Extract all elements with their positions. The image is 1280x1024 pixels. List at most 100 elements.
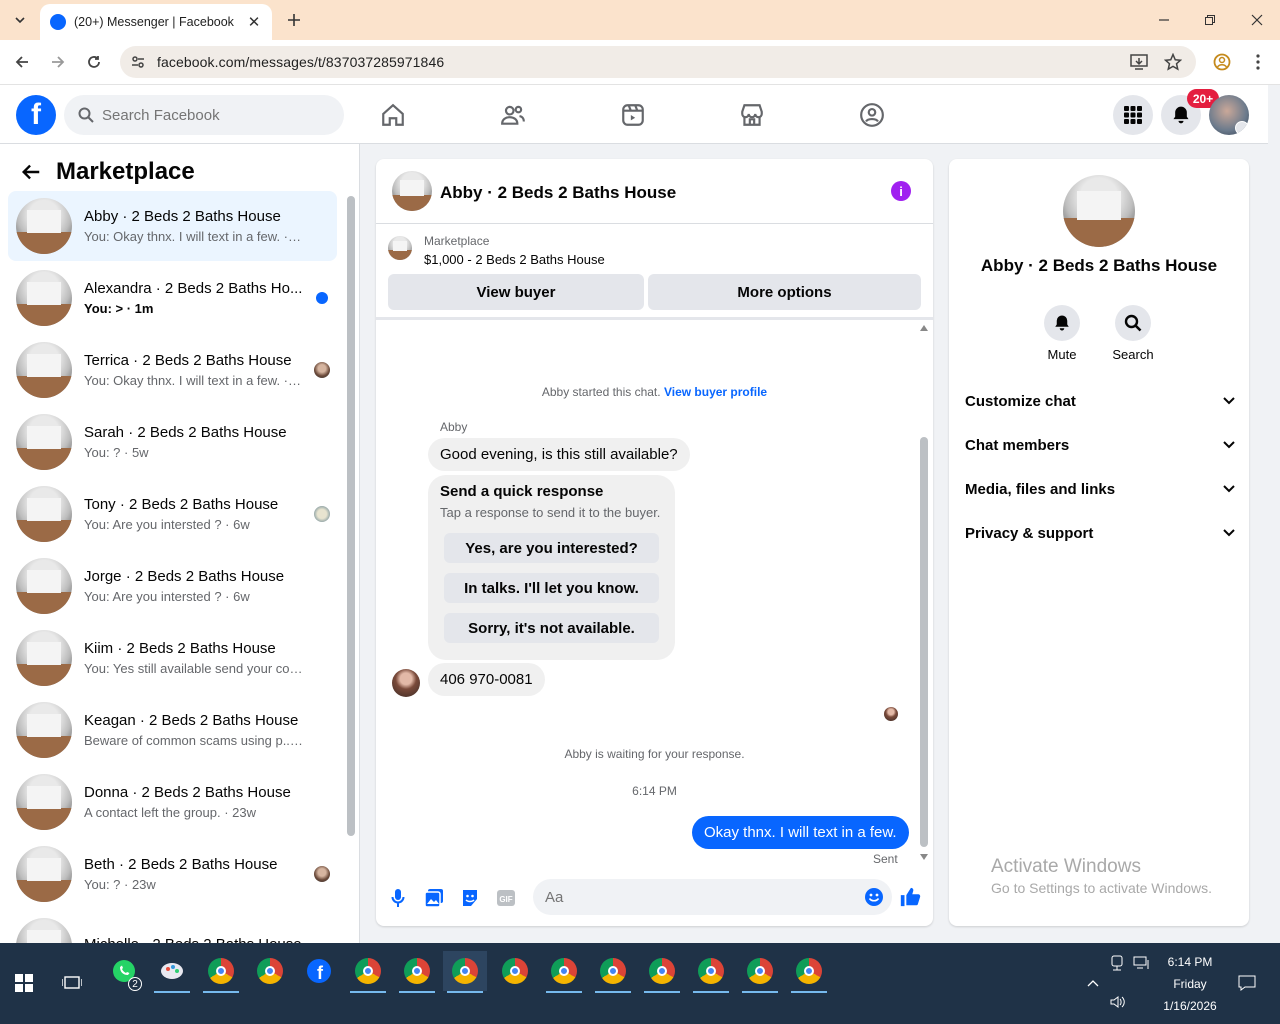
chrome-taskbar-icon[interactable] bbox=[591, 951, 635, 993]
chat-members-row[interactable]: Chat members bbox=[965, 425, 1235, 465]
marketplace-nav-icon[interactable] bbox=[727, 90, 777, 140]
back-icon[interactable] bbox=[10, 50, 34, 74]
conversation-item[interactable]: Alexandra · 2 Beds 2 Baths Ho... You: > ·… bbox=[8, 263, 337, 333]
quick-response-option[interactable]: Yes, are you interested? bbox=[444, 533, 659, 563]
conversation-item[interactable]: Keagan · 2 Beds 2 Baths House Beware of c… bbox=[8, 695, 337, 765]
conversation-item[interactable]: Abby · 2 Beds 2 Baths House You: Okay thn… bbox=[8, 191, 337, 261]
taskbar-clock[interactable]: 6:14 PM Friday 1/16/2026 bbox=[1160, 951, 1220, 1017]
facebook-taskbar-icon[interactable]: f bbox=[297, 951, 341, 991]
thread-scrollbar[interactable] bbox=[920, 437, 928, 847]
emoji-icon[interactable] bbox=[864, 887, 884, 907]
conversation-text: Sarah · 2 Beds 2 Baths House You: ? · 5w bbox=[84, 424, 304, 460]
account-avatar[interactable] bbox=[1209, 95, 1249, 135]
mute-action[interactable]: Mute bbox=[1032, 305, 1092, 362]
install-app-icon[interactable] bbox=[1130, 54, 1148, 70]
view-buyer-button[interactable]: View buyer bbox=[388, 274, 644, 310]
volume-icon[interactable] bbox=[1110, 995, 1126, 1009]
message-input[interactable] bbox=[545, 888, 845, 906]
quick-response-option[interactable]: In talks. I'll let you know. bbox=[444, 573, 659, 603]
groups-nav-icon[interactable] bbox=[847, 90, 897, 140]
site-settings-icon[interactable] bbox=[130, 54, 146, 70]
conversation-item[interactable]: Kiim · 2 Beds 2 Baths House You: Yes stil… bbox=[8, 623, 337, 693]
show-hidden-icons[interactable] bbox=[1087, 979, 1099, 987]
back-arrow-icon[interactable] bbox=[20, 161, 42, 183]
friends-nav-icon[interactable] bbox=[488, 90, 538, 140]
conversation-item[interactable]: Jorge · 2 Beds 2 Baths House You: Are you… bbox=[8, 551, 337, 621]
conversation-item[interactable]: Tony · 2 Beds 2 Baths House You: Are you … bbox=[8, 479, 337, 549]
scroll-up-arrow-icon[interactable] bbox=[920, 325, 928, 331]
close-window-icon[interactable] bbox=[1245, 8, 1269, 32]
list-scrollbar[interactable] bbox=[347, 196, 355, 836]
chrome-taskbar-icon[interactable] bbox=[787, 951, 831, 993]
home-nav-icon[interactable] bbox=[368, 90, 418, 140]
whatsapp-badge: 2 bbox=[128, 977, 142, 991]
conversation-text: Alexandra · 2 Beds 2 Baths Ho... You: > ·… bbox=[84, 280, 304, 316]
quick-response-option[interactable]: Sorry, it's not available. bbox=[444, 613, 659, 643]
gif-icon[interactable]: GIF bbox=[495, 887, 517, 909]
chat-thumbnail[interactable] bbox=[392, 171, 432, 211]
media-files-row[interactable]: Media, files and links bbox=[965, 469, 1235, 509]
conversation-item[interactable]: Terrica · 2 Beds 2 Baths House You: Okay … bbox=[8, 335, 337, 405]
menu-grid-button[interactable] bbox=[1113, 95, 1153, 135]
paint-taskbar-icon[interactable] bbox=[150, 951, 194, 993]
details-title: Abby · 2 Beds 2 Baths House bbox=[980, 256, 1218, 275]
video-nav-icon[interactable] bbox=[608, 90, 658, 140]
chrome-taskbar-icon[interactable] bbox=[689, 951, 733, 993]
microphone-icon[interactable] bbox=[387, 887, 409, 909]
new-tab-button[interactable] bbox=[282, 8, 306, 32]
omnibox[interactable]: facebook.com/messages/t/837037285971846 bbox=[120, 46, 1196, 78]
search-action[interactable]: Search bbox=[1103, 305, 1163, 362]
chrome-taskbar-icon[interactable] bbox=[443, 951, 487, 993]
chrome-taskbar-icon[interactable] bbox=[738, 951, 782, 993]
sticker-icon[interactable] bbox=[459, 887, 481, 909]
chrome-taskbar-icon[interactable] bbox=[346, 951, 390, 993]
chat-title[interactable]: Abby · 2 Beds 2 Baths House bbox=[440, 183, 676, 203]
minimize-icon[interactable] bbox=[1152, 8, 1176, 32]
chrome-taskbar-icon[interactable] bbox=[248, 951, 292, 991]
conversation-item[interactable]: Beth · 2 Beds 2 Baths House You: ? · 23w bbox=[8, 839, 337, 909]
more-options-button[interactable]: More options bbox=[648, 274, 921, 310]
incoming-message[interactable]: 406 970-0081 bbox=[428, 663, 545, 696]
chrome-taskbar-icon[interactable] bbox=[199, 951, 243, 993]
chrome-taskbar-icon[interactable] bbox=[640, 951, 684, 993]
browser-menu-icon[interactable] bbox=[1246, 50, 1270, 74]
outgoing-message[interactable]: Okay thnx. I will text in a few. bbox=[692, 816, 909, 849]
mute-label: Mute bbox=[1047, 347, 1077, 362]
profile-icon[interactable] bbox=[1210, 50, 1234, 74]
chrome-taskbar-icon[interactable] bbox=[542, 951, 586, 993]
details-thumbnail[interactable] bbox=[1063, 175, 1135, 247]
network-icon[interactable] bbox=[1133, 956, 1151, 970]
privacy-support-row[interactable]: Privacy & support bbox=[965, 513, 1235, 553]
meet-now-icon[interactable] bbox=[1110, 955, 1124, 971]
thumbs-up-icon[interactable] bbox=[899, 886, 921, 908]
buyer-avatar[interactable] bbox=[392, 669, 420, 697]
info-icon[interactable]: i bbox=[891, 181, 911, 201]
conversation-item[interactable]: Donna · 2 Beds 2 Baths House A contact le… bbox=[8, 767, 337, 837]
customize-chat-row[interactable]: Customize chat bbox=[965, 381, 1235, 421]
notification-center-icon[interactable] bbox=[1238, 975, 1256, 991]
search-input[interactable] bbox=[102, 106, 322, 124]
forward-icon[interactable] bbox=[46, 50, 70, 74]
close-tab-icon[interactable]: ✕ bbox=[246, 13, 262, 31]
chrome-taskbar-icon[interactable] bbox=[493, 951, 537, 991]
chrome-taskbar-icon[interactable] bbox=[395, 951, 439, 993]
windows-start-icon[interactable] bbox=[2, 963, 46, 1003]
tab-search-button[interactable] bbox=[8, 8, 32, 32]
restore-icon[interactable] bbox=[1198, 8, 1222, 32]
facebook-logo-icon[interactable]: f bbox=[16, 95, 56, 135]
whatsapp-taskbar-icon[interactable]: 2 bbox=[102, 951, 146, 991]
message-input-wrapper[interactable] bbox=[533, 879, 892, 915]
task-view-icon[interactable] bbox=[50, 963, 94, 1003]
incoming-message[interactable]: Good evening, is this still available? bbox=[428, 438, 690, 471]
browser-tab[interactable]: (20+) Messenger | Facebook ✕ bbox=[40, 4, 272, 40]
view-buyer-profile-link[interactable]: View buyer profile bbox=[664, 385, 767, 399]
page-scrollbar[interactable] bbox=[1268, 85, 1280, 943]
facebook-header: f 20+ bbox=[0, 85, 1268, 144]
photo-icon[interactable] bbox=[423, 887, 445, 909]
reload-icon[interactable] bbox=[82, 50, 106, 74]
conversation-item[interactable]: Sarah · 2 Beds 2 Baths House You: ? · 5w bbox=[8, 407, 337, 477]
bookmark-star-icon[interactable] bbox=[1164, 53, 1182, 71]
scroll-down-arrow-icon[interactable] bbox=[920, 854, 928, 860]
facebook-search[interactable] bbox=[64, 95, 344, 135]
conversation-item[interactable]: Michelle · 2 Beds 2 Baths House bbox=[8, 911, 337, 943]
